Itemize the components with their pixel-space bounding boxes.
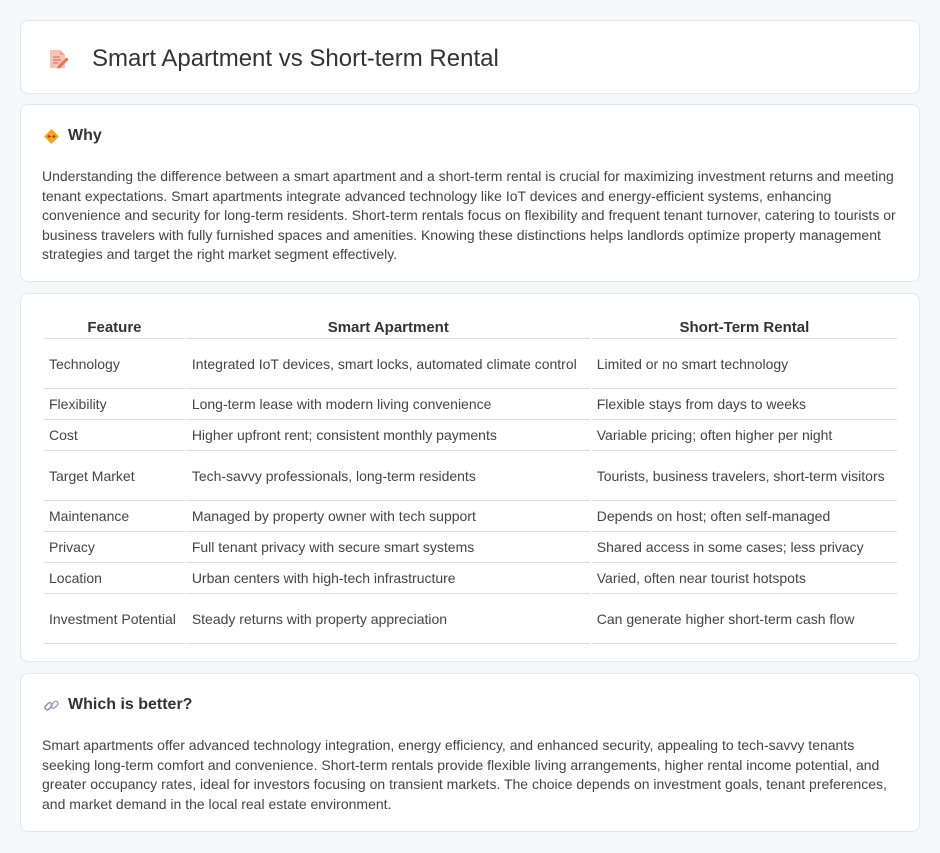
row-short-term-rental: Depends on host; often self-managed	[591, 501, 897, 532]
link-icon	[43, 697, 60, 714]
row-smart-apartment: Full tenant privacy with secure smart sy…	[186, 532, 590, 563]
header-feature: Feature	[44, 316, 185, 339]
row-smart-apartment: Long-term lease with modern living conve…	[186, 389, 590, 420]
table-row: Cost Higher upfront rent; consistent mon…	[44, 420, 897, 451]
row-short-term-rental: Varied, often near tourist hotspots	[591, 563, 897, 594]
which-is-better-section: Which is better? Smart apartments offer …	[20, 673, 920, 832]
comparison-section: Feature Smart Apartment Short-Term Renta…	[20, 293, 920, 662]
row-smart-apartment: Higher upfront rent; consistent monthly …	[186, 420, 590, 451]
table-row: Location Urban centers with high-tech in…	[44, 563, 897, 594]
row-feature: Cost	[44, 420, 185, 451]
why-text: Understanding the difference between a s…	[42, 168, 896, 262]
page-title: Smart Apartment vs Short-term Rental	[92, 45, 499, 72]
row-feature: Investment Potential	[44, 594, 185, 644]
header-smart-apartment: Smart Apartment	[186, 316, 590, 339]
why-heading: Why	[43, 127, 102, 145]
row-short-term-rental: Variable pricing; often higher per night	[591, 420, 897, 451]
why-section: Why Understanding the difference between…	[20, 104, 920, 282]
row-feature: Maintenance	[44, 501, 185, 532]
table-row: Privacy Full tenant privacy with secure …	[44, 532, 897, 563]
table-row: Maintenance Managed by property owner wi…	[44, 501, 897, 532]
row-feature: Location	[44, 563, 185, 594]
row-smart-apartment: Urban centers with high-tech infrastruct…	[186, 563, 590, 594]
table-header-row: Feature Smart Apartment Short-Term Renta…	[44, 316, 897, 339]
row-feature: Privacy	[44, 532, 185, 563]
header-card: Smart Apartment vs Short-term Rental	[20, 20, 920, 94]
better-heading: Which is better?	[43, 696, 192, 714]
row-short-term-rental: Shared access in some cases; less privac…	[591, 532, 897, 563]
why-heading-label: Why	[68, 127, 102, 144]
row-short-term-rental: Flexible stays from days to weeks	[591, 389, 897, 420]
table-row: Investment Potential Steady returns with…	[44, 594, 897, 644]
row-feature: Flexibility	[44, 389, 185, 420]
row-feature: Target Market	[44, 451, 185, 501]
row-smart-apartment: Integrated IoT devices, smart locks, aut…	[186, 339, 590, 389]
diamond-arrows-icon	[43, 128, 60, 145]
row-feature: Technology	[44, 339, 185, 389]
row-short-term-rental: Tourists, business travelers, short-term…	[591, 451, 897, 501]
row-smart-apartment: Steady returns with property appreciatio…	[186, 594, 590, 644]
table-row: Flexibility Long-term lease with modern …	[44, 389, 897, 420]
better-text: Smart apartments offer advanced technolo…	[42, 737, 887, 812]
edit-document-icon	[47, 47, 69, 71]
row-short-term-rental: Can generate higher short-term cash flow	[591, 594, 897, 644]
table-row: Target Market Tech-savvy professionals, …	[44, 451, 897, 501]
comparison-table: Feature Smart Apartment Short-Term Renta…	[42, 316, 899, 644]
row-short-term-rental: Limited or no smart technology	[591, 339, 897, 389]
row-smart-apartment: Tech-savvy professionals, long-term resi…	[186, 451, 590, 501]
table-row: Technology Integrated IoT devices, smart…	[44, 339, 897, 389]
better-heading-label: Which is better?	[68, 696, 193, 713]
header-short-term-rental: Short-Term Rental	[591, 316, 897, 339]
row-smart-apartment: Managed by property owner with tech supp…	[186, 501, 590, 532]
